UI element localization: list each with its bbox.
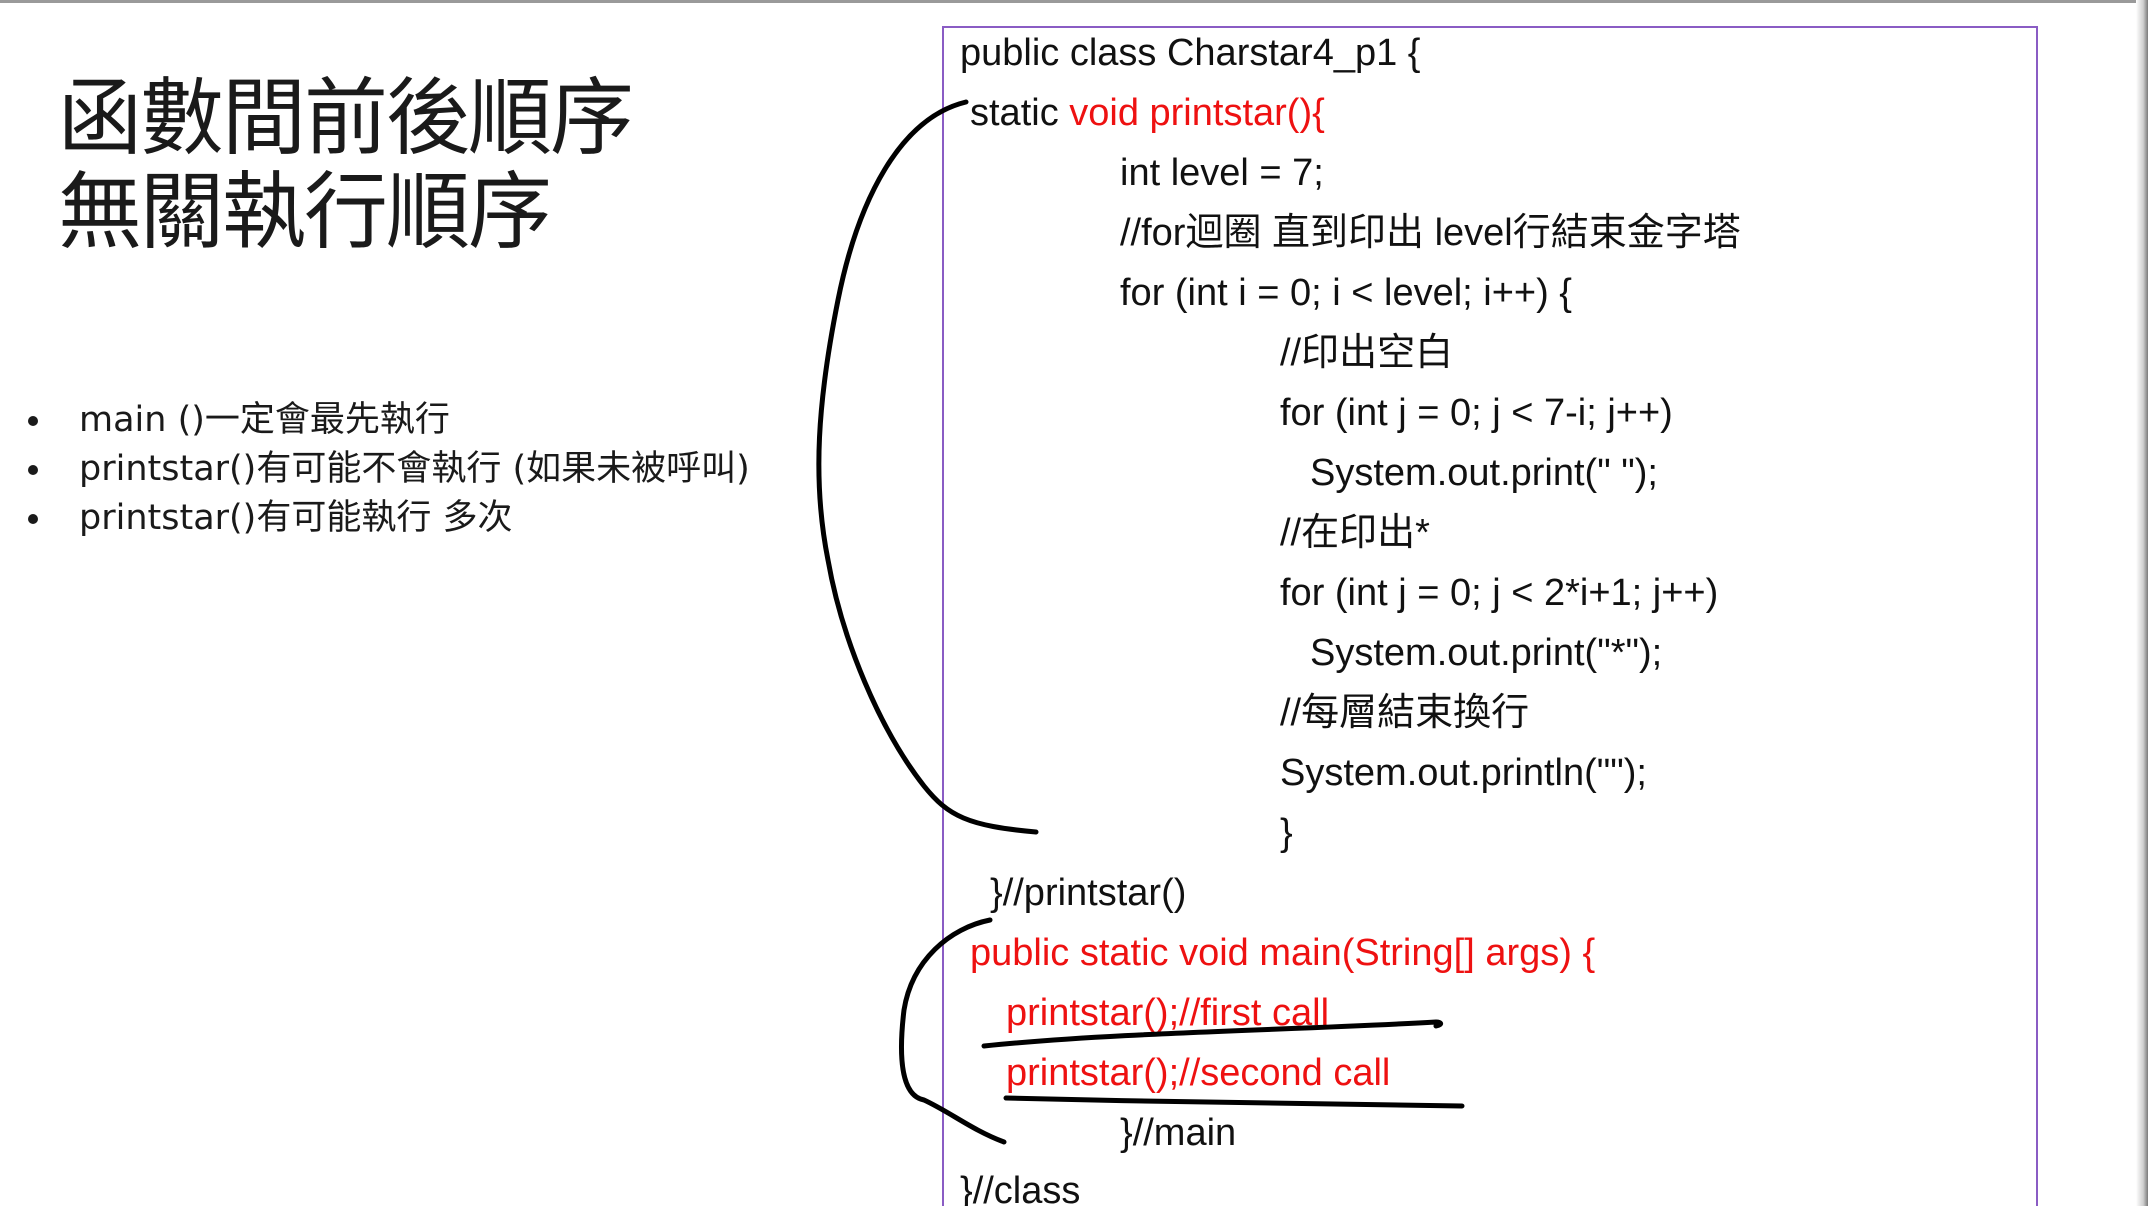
bullet-dot-icon [28, 465, 38, 475]
bullet-text: printstar()有可能不會執行 (如果未被呼叫) [79, 449, 750, 489]
code-line-comment-newline: //每層結束換行 [1280, 692, 1530, 734]
slide: 函數間前後順序 無關執行順序 main ()一定會最先執行 printstar(… [0, 0, 2148, 1206]
bullet-item: printstar()有可能不會執行 (如果未被呼叫) [28, 445, 750, 494]
code-printstar-signature: void printstar(){ [1069, 92, 1325, 134]
bullet-item: printstar()有可能執行 多次 [28, 494, 750, 543]
code-line-print-space: System.out.print(" "); [1310, 452, 1658, 494]
code-line-println: System.out.println(""); [1280, 752, 1647, 794]
code-line-second-call: printstar();//second call [1006, 1052, 1391, 1094]
code-line-class-decl: public class Charstar4_p1 { [960, 32, 1421, 74]
code-line-close-printstar: }//printstar() [990, 872, 1187, 914]
code-line-stars-for: for (int j = 0; j < 2*i+1; j++) [1280, 572, 1719, 614]
code-line-printstar-decl: static void printstar(){ [970, 94, 1325, 132]
code-line-first-call: printstar();//first call [1006, 992, 1330, 1034]
right-edge-shadow [2136, 0, 2148, 1206]
code-line-close-for: } [1280, 812, 1293, 854]
code-line-spaces-for: for (int j = 0; j < 7-i; j++) [1280, 392, 1673, 434]
code-line-comment-spaces: //印出空白 [1280, 332, 1454, 374]
code-line-comment-for: //for迴圈 直到印出 level行結束金字塔 [1120, 212, 1741, 254]
bullet-list: main ()一定會最先執行 printstar()有可能不會執行 (如果未被呼… [28, 396, 750, 543]
code-line-main-decl: public static void main(String[] args) { [970, 932, 1596, 974]
code-line-outer-for: for (int i = 0; i < level; i++) { [1120, 272, 1572, 314]
code-line-print-star: System.out.print("*"); [1310, 632, 1663, 674]
code-line-comment-stars: //在印出* [1280, 512, 1430, 554]
bullet-dot-icon [28, 416, 38, 426]
code-static-keyword: static [970, 92, 1070, 134]
code-line-close-class: }//class [960, 1170, 1081, 1206]
bullet-text: printstar()有可能執行 多次 [79, 498, 513, 538]
slide-title-line-1: 函數間前後順序 [58, 69, 634, 167]
bullet-text: main ()一定會最先執行 [79, 400, 450, 440]
slide-title-line-2: 無關執行順序 [58, 163, 552, 261]
code-line-close-main: }//main [1120, 1112, 1237, 1154]
code-line-level: int level = 7; [1120, 152, 1324, 194]
bullet-dot-icon [28, 514, 38, 524]
bullet-item: main ()一定會最先執行 [28, 396, 750, 445]
top-border [0, 0, 2148, 3]
